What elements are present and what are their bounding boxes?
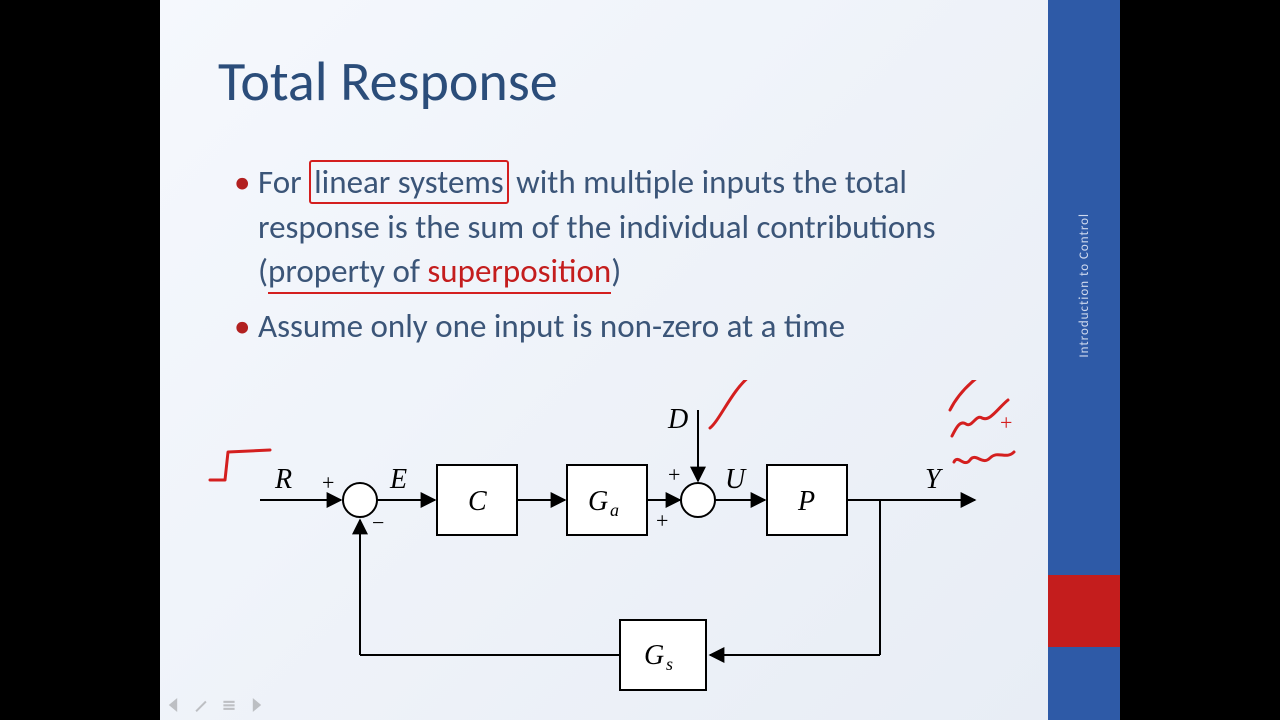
label-D: D [667, 404, 688, 435]
sidebar-title-text: Introduction to Control [1077, 213, 1092, 358]
summing-junction-2 [681, 483, 715, 517]
slide-body: Total Response For linear systems with m… [160, 0, 1048, 720]
label-C: C [468, 486, 487, 517]
annotation-step-R [210, 450, 270, 480]
design-accent-box [1048, 575, 1120, 647]
label-Gs: G [644, 640, 664, 671]
label-Ga: G [588, 486, 608, 517]
bullet-list: For linear systems with multiple inputs … [230, 160, 1020, 358]
annotation-Y-wave2 [954, 452, 1014, 463]
label-U: U [725, 464, 747, 495]
annotation-plus: + [1000, 410, 1012, 435]
label-P: P [797, 486, 815, 517]
sign-Ga-plus: + [656, 508, 668, 533]
bullet1-boxed: linear systems [309, 160, 509, 204]
label-Gs-sub: s [666, 654, 673, 674]
presenter-toolbar [166, 696, 264, 714]
menu-icon[interactable] [222, 698, 236, 712]
label-E: E [389, 464, 407, 495]
prev-icon[interactable] [166, 698, 180, 712]
annotation-D [710, 380, 750, 428]
bullet-1: For linear systems with multiple inputs … [230, 160, 1020, 294]
label-Ga-sub: a [610, 500, 619, 520]
slide-stage: Total Response For linear systems with m… [160, 0, 1120, 720]
bullet1-post: ) [611, 251, 621, 291]
label-R: R [274, 464, 292, 495]
sign-R-plus: + [322, 470, 334, 495]
bullet1-super: superposition [427, 251, 611, 294]
bullet1-prop: property of [268, 251, 427, 294]
block-diagram: R + − E C G a + D + [200, 380, 1020, 710]
sidebar-title: Introduction to Control [1048, 0, 1120, 570]
sign-D-plus: + [668, 462, 680, 487]
annotation-Y-top [950, 380, 1004, 410]
label-Y: Y [925, 464, 944, 495]
bullet1-pre: For [258, 162, 309, 202]
page-title: Total Response [218, 48, 558, 116]
bullet-2: Assume only one input is non-zero at a t… [230, 304, 1020, 349]
next-icon[interactable] [250, 698, 264, 712]
sign-fb-minus: − [372, 510, 384, 535]
pen-icon[interactable] [194, 698, 208, 712]
